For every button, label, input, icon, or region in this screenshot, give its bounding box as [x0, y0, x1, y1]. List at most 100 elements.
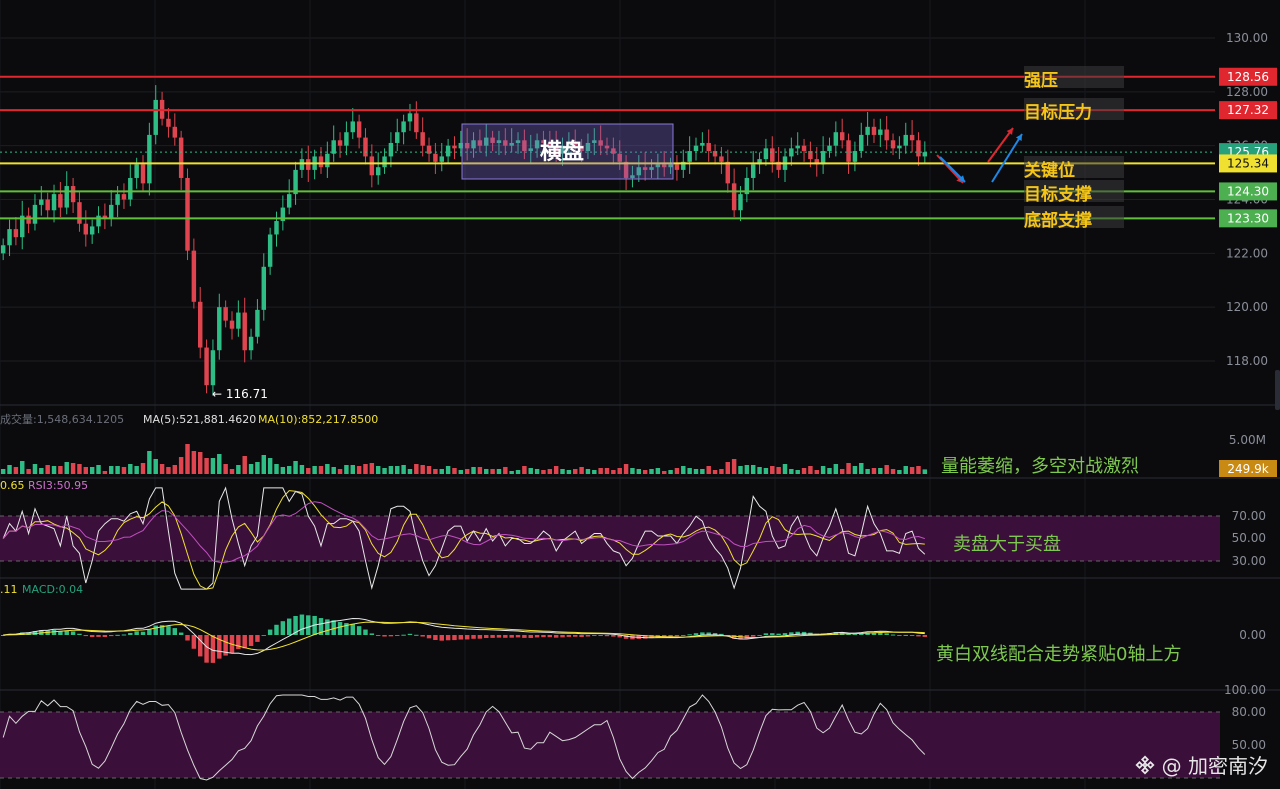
volume-bar — [871, 468, 877, 474]
volume-bar — [83, 467, 89, 474]
volume-bar — [687, 468, 692, 474]
volume-label: 成交量:1,548,634.1205 — [0, 412, 124, 426]
candle-body — [178, 137, 184, 178]
volume-bar — [560, 469, 565, 474]
price-scale-handle[interactable] — [1275, 370, 1280, 410]
candle-body — [890, 140, 896, 149]
candle-body — [420, 132, 425, 146]
macd-hist-bar — [299, 614, 305, 635]
volume-bar — [744, 465, 750, 474]
candle-body — [204, 347, 209, 386]
macd-hist-bar — [395, 635, 400, 636]
macd-hist-bar — [890, 634, 896, 636]
volume-bar — [795, 470, 800, 474]
rsi-pane: 0.65 RSI3:50.95 70.00 50.00 30.00 — [0, 479, 1266, 590]
macd-hist-bar — [426, 635, 432, 639]
volume-bar — [859, 463, 864, 474]
volume-bar — [210, 458, 216, 474]
volume-bar — [395, 466, 400, 474]
volume-bar — [681, 466, 686, 474]
volume-bar — [274, 464, 279, 474]
candle-body — [795, 145, 800, 149]
macd-hist-bar — [89, 635, 95, 638]
macd-hist-bar — [204, 635, 209, 663]
volume-bar — [528, 468, 533, 474]
volume-bar — [490, 469, 495, 474]
volume-bar — [306, 468, 311, 474]
macd-hist-bar — [134, 631, 139, 635]
macd-hist-bar — [763, 633, 769, 635]
volume-bar — [51, 466, 57, 474]
candle-body — [223, 307, 228, 321]
volume-bar — [32, 464, 38, 474]
candle-body — [871, 126, 877, 135]
rsi-left-label: 0.65 — [0, 479, 25, 492]
macd-hist-bar — [102, 635, 108, 637]
candle-body — [687, 151, 692, 162]
candle-body — [77, 202, 82, 224]
volume-bar — [20, 461, 25, 474]
stoch-band — [0, 712, 1220, 778]
macd-hist-bar — [407, 633, 413, 635]
volume-bar — [916, 466, 921, 474]
macd-hist-bar — [280, 621, 286, 635]
candle-body — [407, 113, 413, 122]
up-arrow-blue — [991, 133, 1023, 183]
candle-body — [859, 134, 864, 152]
candle-body — [922, 152, 928, 157]
volume-bar — [26, 469, 31, 474]
volume-bar — [248, 464, 254, 474]
candle-body — [13, 229, 19, 238]
macd-hist-bar — [579, 635, 584, 637]
volume-bar — [884, 465, 889, 474]
volume-bar — [439, 469, 444, 474]
volume-bar — [541, 470, 546, 474]
macd-hist-bar — [522, 635, 527, 638]
candle-body — [134, 164, 139, 178]
volume-bar — [223, 464, 228, 474]
volume-bar — [293, 461, 298, 474]
volume-bar — [382, 468, 387, 474]
candle-body — [738, 194, 743, 211]
candle-body — [763, 148, 769, 160]
macd-hist-bar — [573, 635, 578, 637]
rsi3-label: RSI3:50.95 — [28, 479, 88, 492]
watermark: @ 加密南汐 — [1134, 750, 1268, 779]
candle-body — [350, 121, 355, 133]
volume-bar — [890, 469, 896, 474]
volume-bar — [121, 467, 127, 474]
volume-bar — [496, 469, 502, 474]
watermark-text: @ 加密南汐 — [1161, 754, 1268, 778]
volume-bar — [579, 467, 584, 474]
candle-body — [166, 118, 171, 127]
volume-bar — [350, 465, 355, 474]
volume-bar — [770, 466, 775, 474]
macd-hist-bar — [191, 635, 197, 649]
macd-hist-bar — [306, 615, 311, 635]
volume-bar — [573, 469, 578, 474]
candle-body — [452, 145, 457, 149]
candle-body — [83, 223, 89, 235]
candle-body — [96, 215, 101, 227]
volume-bar — [636, 469, 642, 474]
volume-bar — [814, 470, 819, 474]
volume-bar — [484, 469, 489, 474]
candle-body — [197, 301, 203, 348]
stoch-tick-label: 100.00 — [1224, 683, 1266, 697]
macd-hist-bar — [693, 633, 699, 635]
candle-body — [674, 164, 680, 170]
volume-bar — [325, 464, 330, 474]
macd-hist-bar — [172, 628, 178, 635]
volume-bar — [140, 463, 146, 474]
volume-bar — [827, 468, 832, 474]
macd-hist-bar — [109, 635, 114, 637]
candle-body — [7, 229, 12, 246]
volume-bar — [96, 465, 101, 474]
volume-bar — [13, 467, 19, 474]
volume-bar — [865, 469, 870, 474]
volume-bar — [649, 469, 654, 474]
volume-bar — [757, 467, 762, 474]
price-axis: 130.00128.00126.00124.00122.00120.00118.… — [1219, 31, 1277, 368]
volume-bar — [331, 467, 336, 474]
volume-bar — [553, 466, 559, 474]
